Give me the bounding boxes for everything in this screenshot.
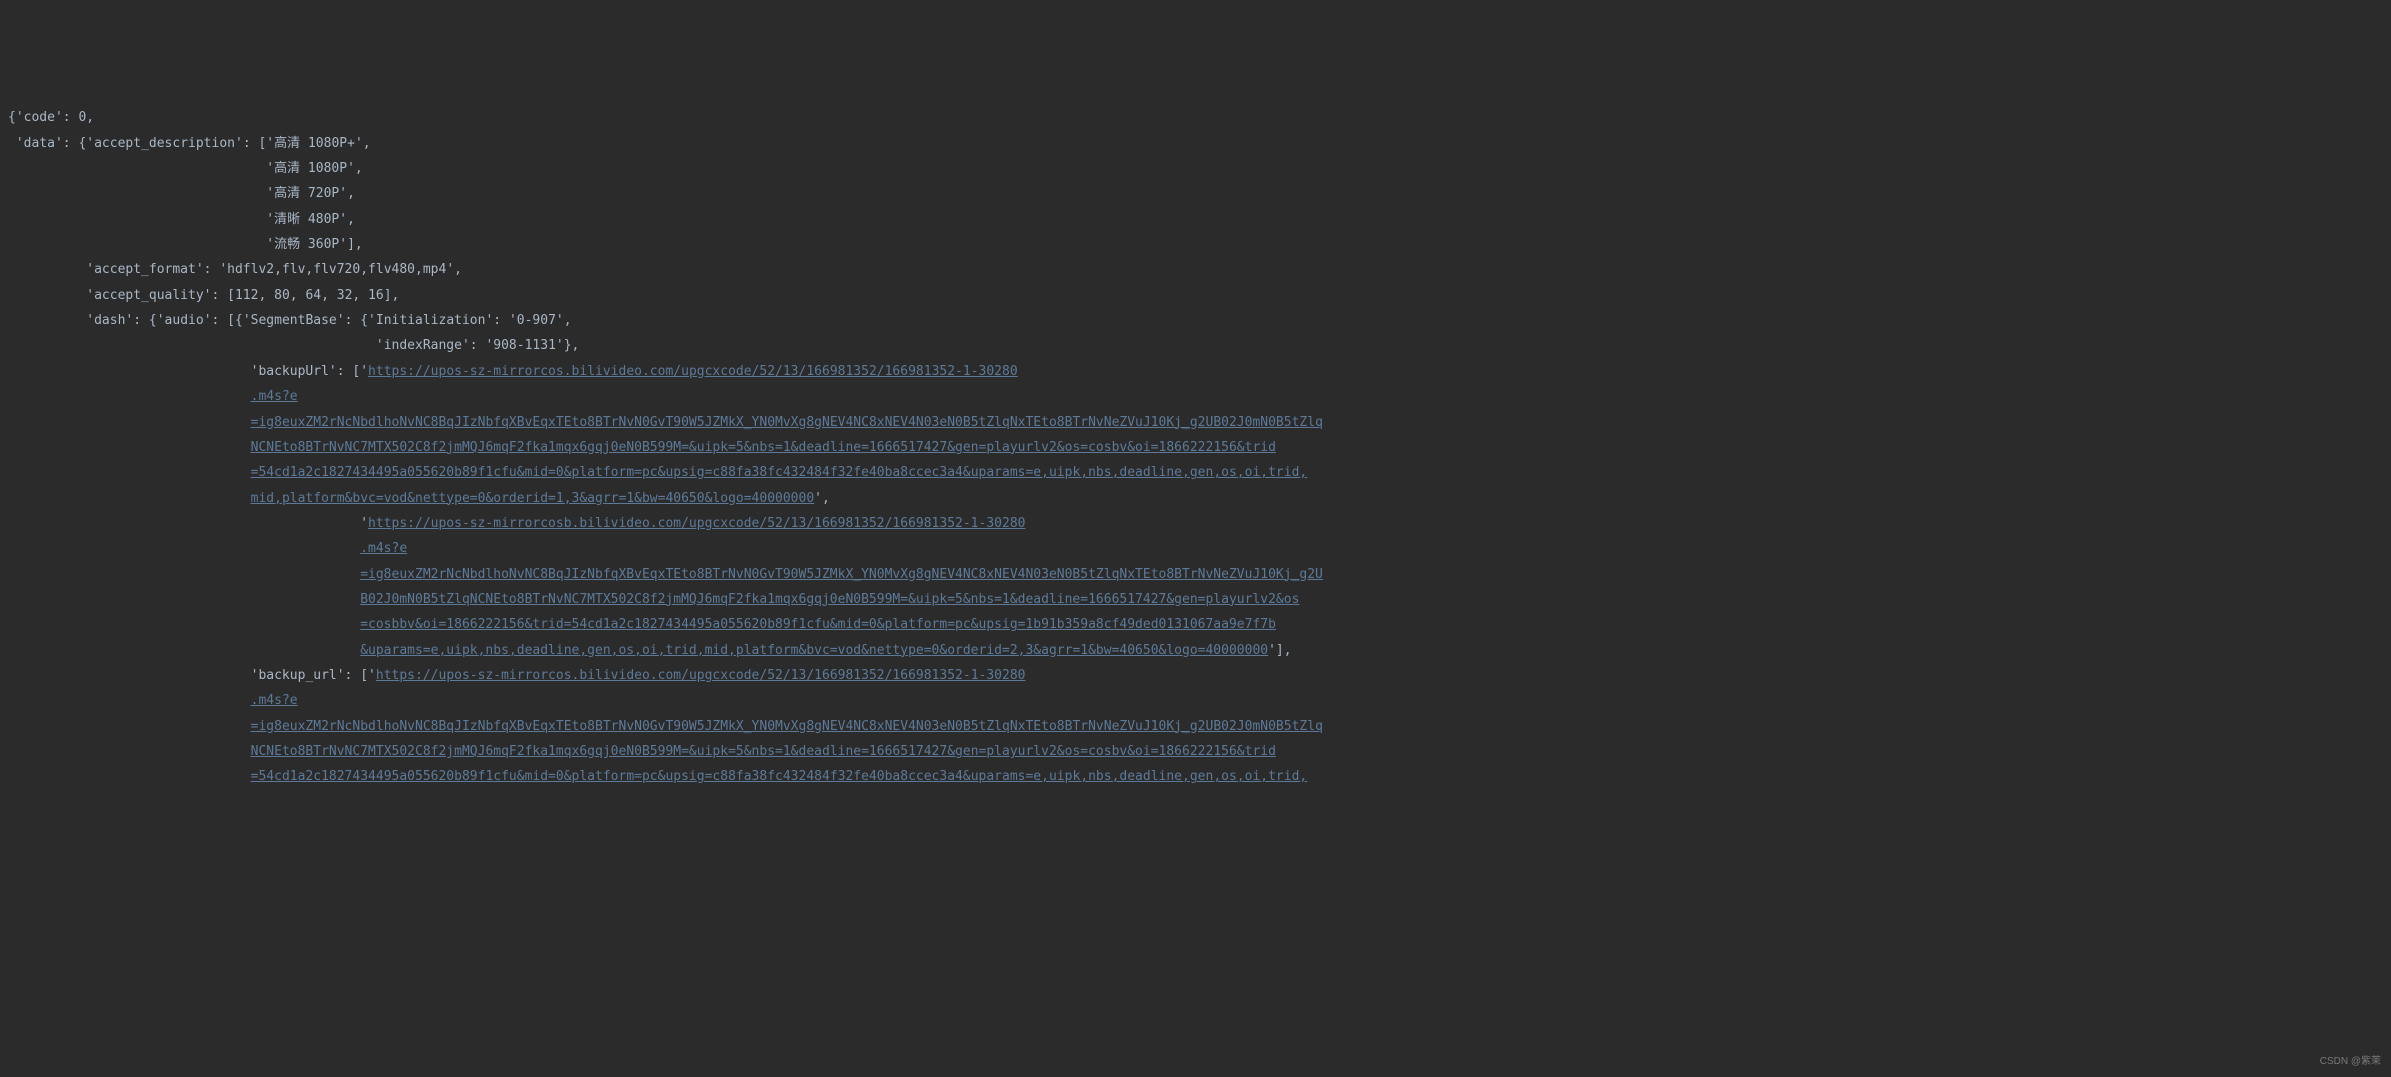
key-dash: dash [94, 313, 125, 328]
val-code: 0 [78, 110, 86, 125]
url3-line5[interactable]: =54cd1a2c1827434495a055620b89f1cfu&mid=0… [251, 769, 1308, 784]
key-indexrange: indexRange [384, 338, 462, 353]
val-ad-2: 高清 720P [274, 186, 339, 201]
key-accept-quality: accept_quality [94, 288, 204, 303]
key-data: data [24, 136, 55, 151]
val-indexrange: 908-1131 [493, 338, 556, 353]
aq-0: 112 [235, 288, 258, 303]
aq-4: 16 [368, 288, 384, 303]
url2-line4[interactable]: B02J0mN0B5tZlqNCNEto8BTrNvNC7MTX502C8f2j… [360, 592, 1299, 607]
url2-line1[interactable]: https://upos-sz-mirrorcosb.bilivideo.com… [368, 516, 1025, 531]
watermark: CSDN @紫茉 [2320, 1052, 2381, 1072]
val-accept-format: hdflv2,flv,flv720,flv480,mp4 [227, 262, 446, 277]
url3-line1[interactable]: https://upos-sz-mirrorcos.bilivideo.com/… [376, 668, 1026, 683]
url3-line4[interactable]: NCNEto8BTrNvNC7MTX502C8f2jmMQJ6mqF2fka1m… [251, 744, 1276, 759]
val-ad-4: 流畅 360P [274, 237, 339, 252]
url3-line2[interactable]: .m4s?e [251, 693, 298, 708]
aq-3: 32 [337, 288, 353, 303]
url3-line3[interactable]: =ig8euxZM2rNcNbdlhoNvNC8BqJIzNbfqXBvEqxT… [251, 719, 1323, 734]
url1-line3[interactable]: =ig8euxZM2rNcNbdlhoNvNC8BqJIzNbfqXBvEqxT… [251, 415, 1323, 430]
key-code: code [24, 110, 55, 125]
key-audio: audio [165, 313, 204, 328]
url1-line1[interactable]: https://upos-sz-mirrorcos.bilivideo.com/… [368, 364, 1018, 379]
url2-line6[interactable]: &uparams=e,uipk,nbs,deadline,gen,os,oi,t… [360, 643, 1268, 658]
code-output: {'code': 0, 'data': {'accept_description… [8, 105, 2383, 789]
url2-line5[interactable]: =cosbbv&oi=1866222156&trid=54cd1a2c18274… [360, 617, 1276, 632]
key-init: Initialization [376, 313, 486, 328]
val-ad-1: 高清 1080P [274, 161, 347, 176]
val-ad-3: 清晰 480P [274, 212, 339, 227]
url1-line6[interactable]: mid,platform&bvc=vod&nettype=0&orderid=1… [251, 491, 815, 506]
key-backup-url: backup_url [258, 668, 336, 683]
key-backupUrl: backupUrl [258, 364, 328, 379]
val-init: 0-907 [517, 313, 556, 328]
url1-line4[interactable]: NCNEto8BTrNvNC7MTX502C8f2jmMQJ6mqF2fka1m… [251, 440, 1276, 455]
url1-line2[interactable]: .m4s?e [251, 389, 298, 404]
key-accept-format: accept_format [94, 262, 196, 277]
aq-2: 64 [305, 288, 321, 303]
url2-line2[interactable]: .m4s?e [360, 541, 407, 556]
url1-line5[interactable]: =54cd1a2c1827434495a055620b89f1cfu&mid=0… [251, 465, 1308, 480]
aq-1: 80 [274, 288, 290, 303]
key-accept-description: accept_description [94, 136, 235, 151]
val-ad-0: 高清 1080P+ [274, 136, 355, 151]
key-segmentbase: SegmentBase [251, 313, 337, 328]
url2-line3[interactable]: =ig8euxZM2rNcNbdlhoNvNC8BqJIzNbfqXBvEqxT… [360, 567, 1323, 582]
